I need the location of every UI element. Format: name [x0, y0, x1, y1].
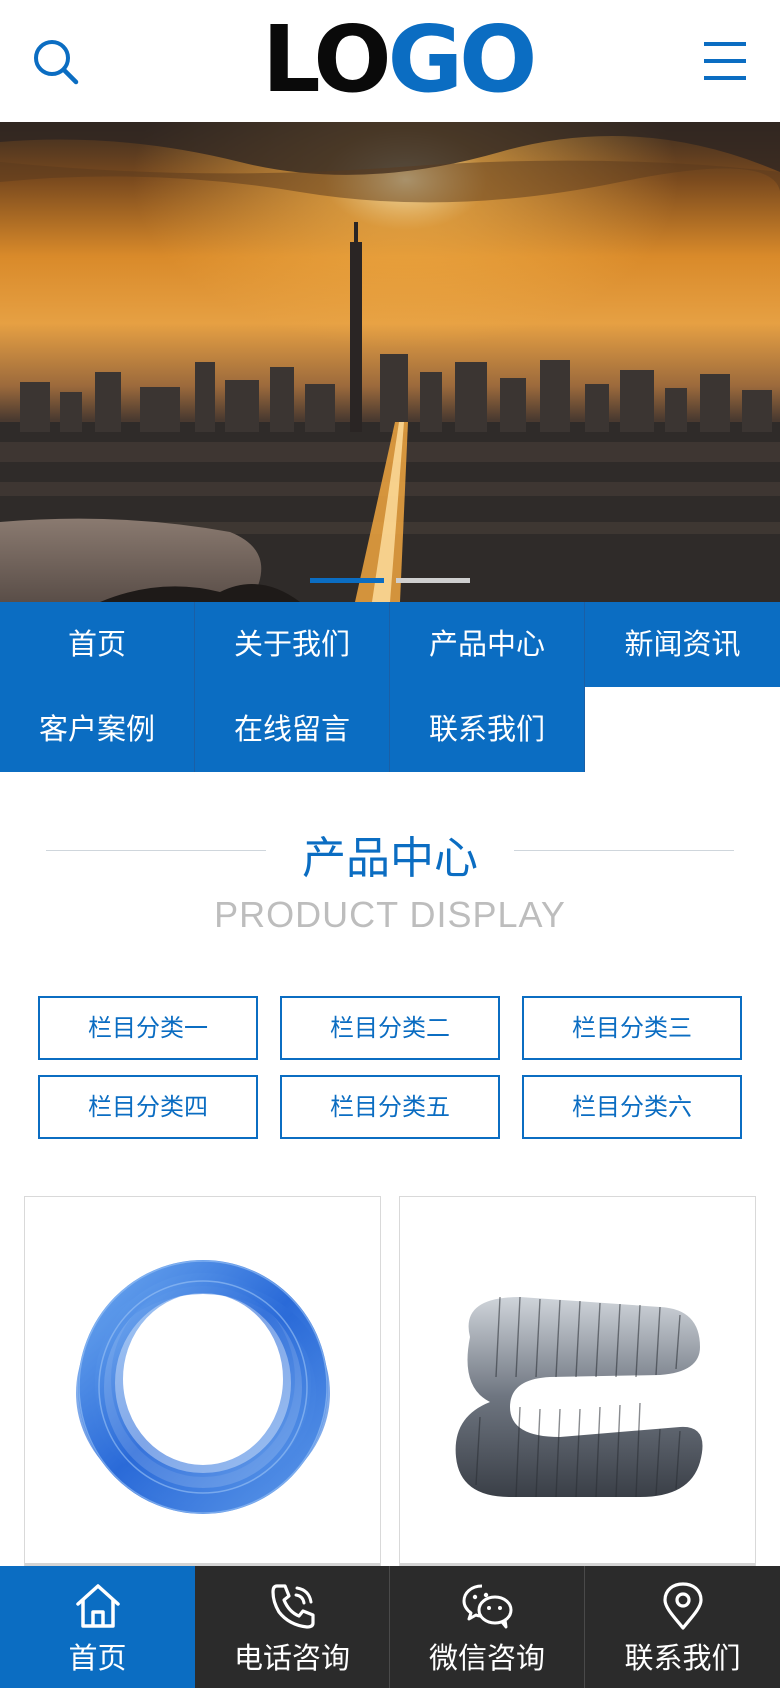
nav-item-cases[interactable]: 客户案例 — [0, 687, 195, 772]
category-button-6[interactable]: 栏目分类六 — [522, 1075, 742, 1139]
product-card[interactable] — [24, 1196, 381, 1576]
main-nav: 首页 关于我们 产品中心 新闻资讯 客户案例 在线留言 联系我们 — [0, 602, 780, 772]
product-card[interactable] — [399, 1196, 756, 1576]
category-button-2[interactable]: 栏目分类二 — [280, 996, 500, 1060]
nav-item-home[interactable]: 首页 — [0, 602, 195, 687]
tab-label: 电话咨询 — [233, 1641, 350, 1675]
location-pin-icon — [663, 1582, 703, 1630]
search-button[interactable] — [30, 36, 82, 88]
logo-text-blue: GO — [387, 6, 538, 113]
section-subtitle: PRODUCT DISPLAY — [214, 894, 566, 935]
menu-button[interactable] — [700, 38, 750, 84]
nav-item-about[interactable]: 关于我们 — [195, 602, 390, 687]
tab-wechat[interactable]: 微信咨询 — [390, 1566, 585, 1688]
slider-dot-1[interactable] — [310, 578, 384, 583]
bottom-tab-bar: 首页 电话咨询 微信咨询 联系我们 — [0, 1566, 780, 1688]
tab-label: 联系我们 — [624, 1641, 741, 1675]
category-button-1[interactable]: 栏目分类一 — [38, 996, 258, 1060]
category-button-4[interactable]: 栏目分类四 — [38, 1075, 258, 1139]
header: LOGO — [0, 0, 780, 122]
site-logo[interactable]: LOGO — [262, 14, 537, 106]
search-icon — [34, 40, 79, 85]
wechat-icon — [462, 1584, 513, 1629]
hero-banner[interactable] — [0, 122, 780, 602]
product-image-blue-hose — [76, 1260, 330, 1514]
nav-item-contact[interactable]: 联系我们 — [390, 687, 585, 772]
category-grid: 栏目分类一 栏目分类二 栏目分类三 栏目分类四 栏目分类五 栏目分类六 — [0, 996, 780, 1141]
section-title: 产品中心 — [302, 833, 478, 884]
product-list — [0, 1196, 780, 1576]
category-button-5[interactable]: 栏目分类五 — [280, 1075, 500, 1139]
phone-icon — [271, 1584, 315, 1629]
home-icon — [76, 1584, 120, 1628]
tab-label: 首页 — [68, 1641, 127, 1675]
nav-item-message[interactable]: 在线留言 — [195, 687, 390, 772]
logo-text-dark: LO — [262, 6, 392, 113]
tab-contact[interactable]: 联系我们 — [585, 1566, 780, 1688]
category-button-3[interactable]: 栏目分类三 — [522, 996, 742, 1060]
tab-phone[interactable]: 电话咨询 — [195, 1566, 390, 1688]
hamburger-menu-icon — [704, 42, 746, 80]
product-image-flexible-duct — [455, 1296, 703, 1498]
tab-label: 微信咨询 — [428, 1641, 545, 1675]
slider-dot-2[interactable] — [396, 578, 470, 583]
nav-item-products[interactable]: 产品中心 — [390, 602, 585, 687]
tab-home[interactable]: 首页 — [0, 1566, 195, 1688]
section-header: 产品中心 PRODUCT DISPLAY — [0, 812, 780, 942]
banner-image — [0, 122, 780, 602]
nav-item-news[interactable]: 新闻资讯 — [585, 602, 780, 687]
slider-dots — [0, 578, 780, 583]
